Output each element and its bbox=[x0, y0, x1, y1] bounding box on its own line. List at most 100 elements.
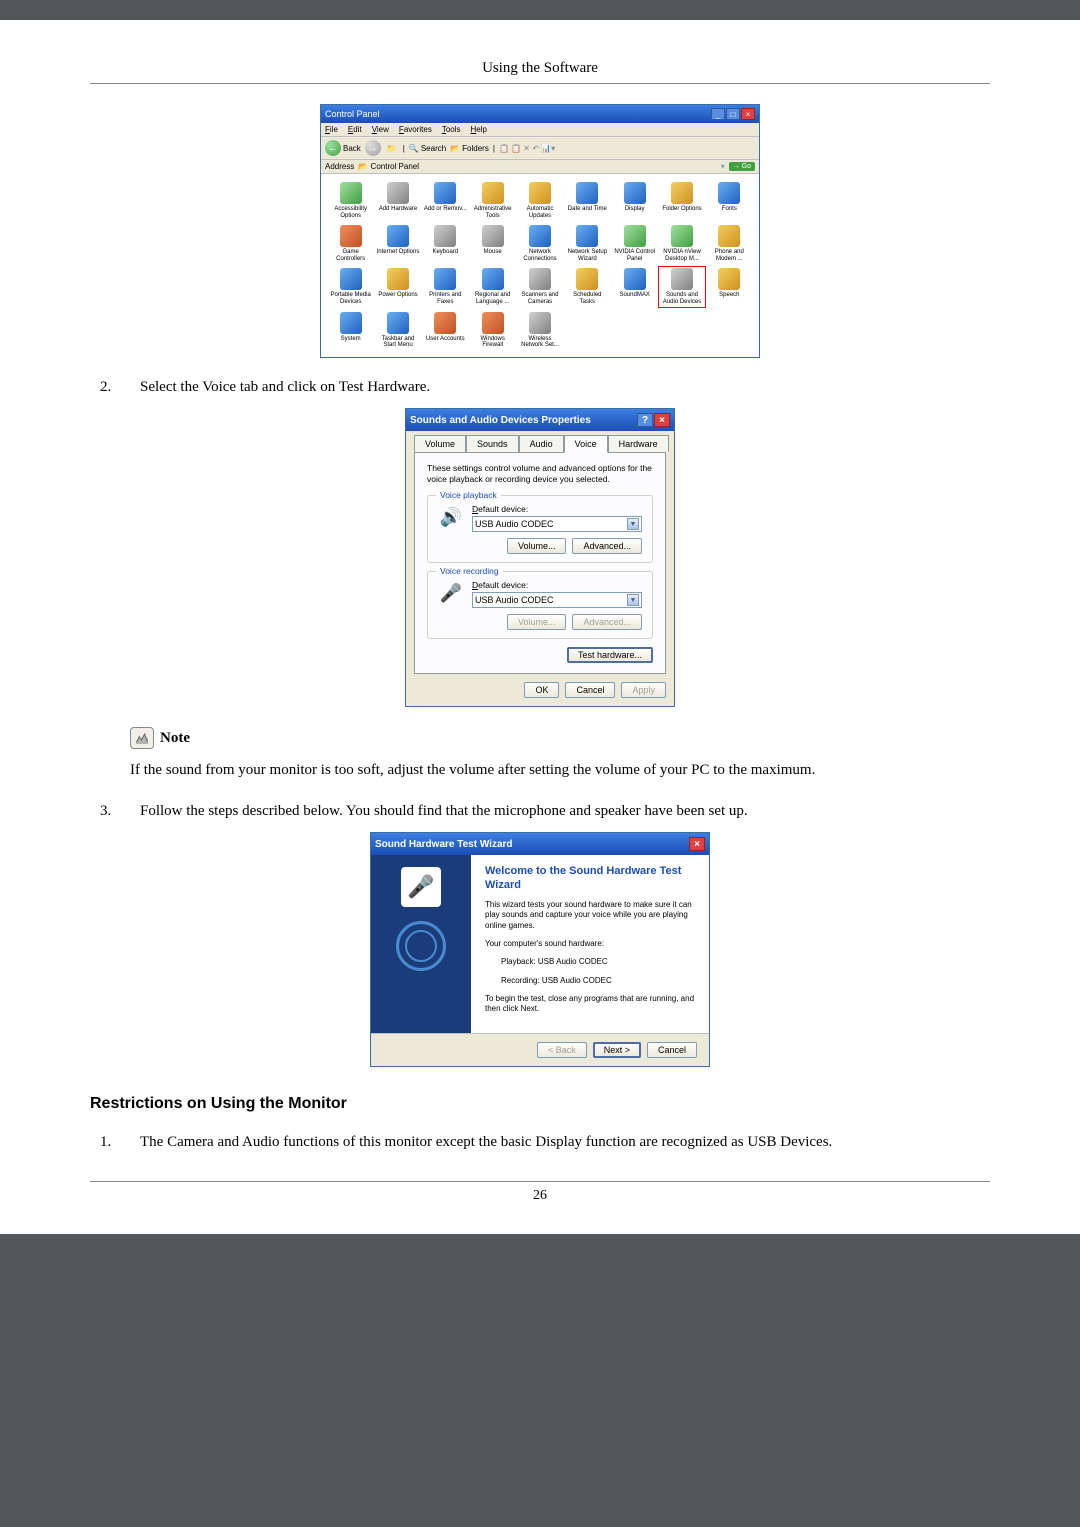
tab-hardware[interactable]: Hardware bbox=[608, 435, 669, 452]
minimize-button[interactable]: _ bbox=[711, 108, 725, 120]
help-button[interactable]: ? bbox=[637, 413, 653, 427]
wizard-window-title: Sound Hardware Test Wizard bbox=[375, 839, 513, 850]
tab-voice[interactable]: Voice bbox=[564, 435, 608, 453]
control-panel-item-label: Regional and Language ... bbox=[471, 292, 514, 305]
test-hardware-button[interactable]: Test hardware... bbox=[567, 647, 653, 663]
control-panel-item-label: Accessibility Options bbox=[329, 206, 372, 219]
control-panel-item[interactable]: Keyboard bbox=[424, 225, 467, 262]
maximize-button[interactable]: □ bbox=[726, 108, 740, 120]
control-panel-item[interactable]: Accessibility Options bbox=[329, 182, 372, 219]
folders-button[interactable]: 📂Folders bbox=[450, 144, 489, 153]
control-panel-item[interactable]: Taskbar and Start Menu bbox=[376, 312, 419, 349]
window-buttons: _ □ × bbox=[711, 108, 755, 120]
cancel-button[interactable]: Cancel bbox=[647, 1042, 697, 1058]
back-button[interactable]: ←Back bbox=[325, 140, 361, 156]
chevron-down-icon: ▼ bbox=[627, 594, 639, 606]
control-panel-item-icon bbox=[529, 312, 551, 334]
control-panel-item-icon bbox=[624, 225, 646, 247]
control-panel-item[interactable]: NVIDIA nView Desktop M... bbox=[660, 225, 703, 262]
control-panel-item[interactable]: Windows Firewall bbox=[471, 312, 514, 349]
ok-button[interactable]: OK bbox=[524, 682, 559, 698]
control-panel-item[interactable]: Administrative Tools bbox=[471, 182, 514, 219]
control-panel-item[interactable]: Add Hardware bbox=[376, 182, 419, 219]
dialog-footer: OK Cancel Apply bbox=[414, 674, 666, 698]
control-panel-item[interactable]: Automatic Updates bbox=[518, 182, 561, 219]
control-panel-item-label: SoundMAX bbox=[619, 292, 649, 299]
playback-volume-button[interactable]: Volume... bbox=[507, 538, 567, 554]
dialog-titlebar: Sounds and Audio Devices Properties ? × bbox=[406, 409, 674, 431]
control-panel-item[interactable]: Network Connections bbox=[518, 225, 561, 262]
control-panel-item[interactable]: Display bbox=[613, 182, 656, 219]
instruction-step-2: 2. Select the Voice tab and click on Tes… bbox=[100, 376, 990, 399]
menu-view[interactable]: View bbox=[372, 125, 389, 134]
address-value[interactable]: 📂 Control Panel bbox=[358, 162, 716, 171]
control-panel-item-label: Speech bbox=[719, 292, 739, 299]
wizard-title: Welcome to the Sound Hardware Test Wizar… bbox=[485, 865, 695, 891]
step-number: 1. bbox=[100, 1131, 140, 1154]
control-panel-item[interactable]: Wireless Network Set... bbox=[518, 312, 561, 349]
control-panel-item-icon bbox=[671, 268, 693, 290]
tab-sounds[interactable]: Sounds bbox=[466, 435, 519, 452]
control-panel-item[interactable]: Network Setup Wizard bbox=[566, 225, 609, 262]
control-panel-item[interactable]: Mouse bbox=[471, 225, 514, 262]
test-wizard-dialog: Sound Hardware Test Wizard × 🎤 Welcome t… bbox=[370, 832, 710, 1067]
wizard-sidebar: 🎤 bbox=[371, 855, 471, 1033]
toolbar-extra-icons[interactable]: 📋 📋 ✕ ↶ 📊▾ bbox=[499, 144, 555, 153]
control-panel-item[interactable]: Add or Remov... bbox=[424, 182, 467, 219]
control-panel-item[interactable]: User Accounts bbox=[424, 312, 467, 349]
menu-favorites[interactable]: Favorites bbox=[399, 125, 432, 134]
tab-audio[interactable]: Audio bbox=[519, 435, 564, 452]
control-panel-item[interactable]: Power Options bbox=[376, 268, 419, 305]
wizard-p3: To begin the test, close any programs th… bbox=[485, 994, 695, 1015]
control-panel-item[interactable]: System bbox=[329, 312, 372, 349]
playback-device-select[interactable]: USB Audio CODEC▼ bbox=[472, 516, 642, 532]
playback-label: Default device: bbox=[472, 504, 642, 514]
control-panel-item-icon bbox=[529, 225, 551, 247]
close-button[interactable]: × bbox=[689, 837, 705, 851]
control-panel-window: Control Panel _ □ × File Edit View Favor… bbox=[320, 104, 760, 358]
close-button[interactable]: × bbox=[741, 108, 755, 120]
next-button[interactable]: Next > bbox=[593, 1042, 641, 1058]
control-panel-item-icon bbox=[624, 268, 646, 290]
menu-tools[interactable]: Tools bbox=[442, 125, 461, 134]
control-panel-item-icon bbox=[529, 268, 551, 290]
note-icon bbox=[130, 727, 154, 749]
close-button[interactable]: × bbox=[654, 413, 670, 427]
control-panel-item[interactable]: Scanners and Cameras bbox=[518, 268, 561, 305]
playback-advanced-button[interactable]: Advanced... bbox=[572, 538, 642, 554]
voice-playback-group: Voice playback 🔊 Default device: USB Aud… bbox=[427, 495, 653, 563]
page-header: Using the Software bbox=[90, 60, 990, 84]
cancel-button[interactable]: Cancel bbox=[565, 682, 615, 698]
control-panel-item[interactable]: Phone and Modem ... bbox=[708, 225, 751, 262]
control-panel-item[interactable]: Fonts bbox=[708, 182, 751, 219]
control-panel-item[interactable]: Scheduled Tasks bbox=[566, 268, 609, 305]
control-panel-item[interactable]: Speech bbox=[708, 268, 751, 305]
menu-help[interactable]: Help bbox=[471, 125, 487, 134]
control-panel-item[interactable]: Portable Media Devices bbox=[329, 268, 372, 305]
control-panel-item[interactable]: Game Controllers bbox=[329, 225, 372, 262]
tabs: Volume Sounds Audio Voice Hardware bbox=[414, 435, 666, 452]
go-button[interactable]: → Go bbox=[729, 162, 755, 171]
menu-file[interactable]: File bbox=[325, 125, 338, 134]
control-panel-item-icon bbox=[387, 268, 409, 290]
control-panel-item-icon bbox=[624, 182, 646, 204]
search-button[interactable]: 🔍Search bbox=[409, 144, 446, 153]
control-panel-item[interactable]: SoundMAX bbox=[613, 268, 656, 305]
control-panel-item[interactable]: Printers and Faxes bbox=[424, 268, 467, 305]
control-panel-item[interactable]: Internet Options bbox=[376, 225, 419, 262]
menu-edit[interactable]: Edit bbox=[348, 125, 362, 134]
control-panel-item[interactable]: Regional and Language ... bbox=[471, 268, 514, 305]
recording-device-select[interactable]: USB Audio CODEC▼ bbox=[472, 592, 642, 608]
control-panel-item[interactable]: Folder Options bbox=[660, 182, 703, 219]
control-panel-item[interactable]: Sounds and Audio Devices bbox=[660, 268, 703, 305]
control-panel-item[interactable]: NVIDIA Control Panel bbox=[613, 225, 656, 262]
control-panel-item[interactable]: Date and Time bbox=[566, 182, 609, 219]
apply-button: Apply bbox=[621, 682, 666, 698]
control-panel-item-icon bbox=[434, 225, 456, 247]
chevron-down-icon: ▼ bbox=[627, 518, 639, 530]
up-icon[interactable]: 📁 bbox=[385, 141, 399, 155]
tab-volume[interactable]: Volume bbox=[414, 435, 466, 452]
control-panel-item-label: Phone and Modem ... bbox=[708, 249, 751, 262]
forward-button[interactable]: → bbox=[365, 140, 381, 156]
control-panel-item-icon bbox=[671, 225, 693, 247]
